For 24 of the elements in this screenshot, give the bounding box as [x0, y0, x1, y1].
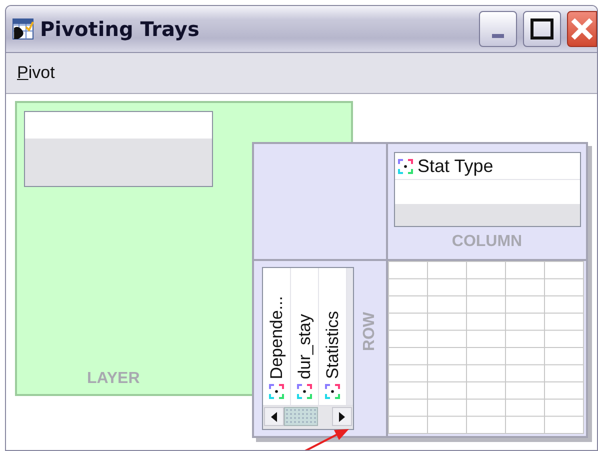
menu-item[interactable]: Pivot [17, 63, 55, 83]
variable-chip[interactable]: Stat Type [394, 153, 580, 180]
tray-label: ROW [361, 312, 379, 352]
caret-left-icon [271, 412, 277, 422]
minimize-icon [492, 34, 504, 38]
maximize-button[interactable] [523, 11, 561, 47]
variable-icon [396, 158, 414, 174]
variable-icon [268, 383, 285, 400]
app-icon [12, 18, 34, 40]
variable-icon [296, 383, 313, 400]
pointer-arrow [304, 428, 350, 450]
scroll-right-button[interactable] [332, 407, 352, 426]
caret-right-icon [339, 412, 345, 422]
tray-label: COLUMN [452, 233, 522, 251]
close-button[interactable] [567, 11, 597, 47]
window-title: Pivoting Trays [40, 17, 200, 41]
variable-icon [324, 383, 341, 400]
horizontal-scrollbar[interactable] [263, 405, 353, 429]
scroll-left-button[interactable] [264, 407, 284, 426]
minimize-button[interactable] [479, 11, 517, 47]
close-icon [570, 17, 594, 41]
maximize-icon [530, 18, 554, 40]
tray-label: LAYER [87, 370, 140, 388]
scroll-thumb[interactable] [284, 407, 318, 426]
